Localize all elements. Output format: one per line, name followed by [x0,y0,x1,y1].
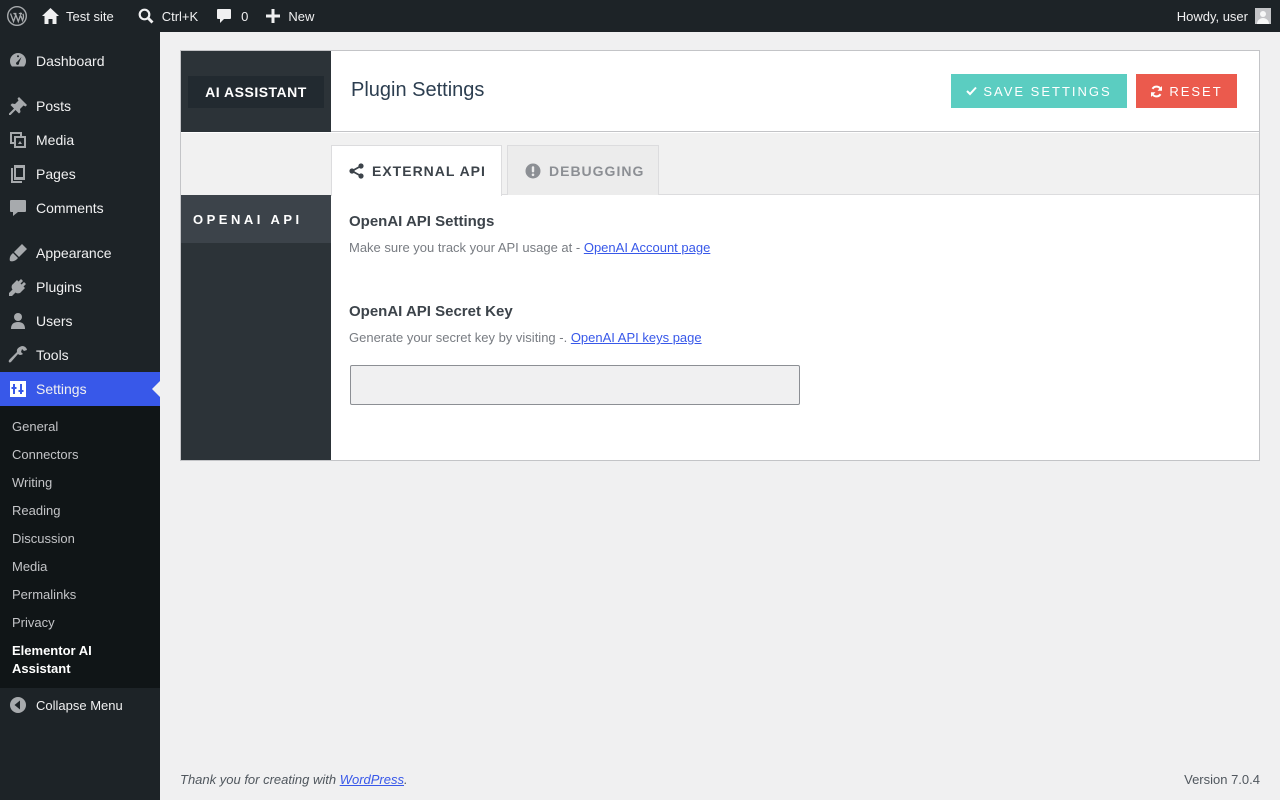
comment-icon [216,8,232,24]
brush-icon [0,243,36,263]
dashboard-icon [0,51,36,71]
submenu-item-elementor-ai-assistant[interactable]: Elementor AI Assistant [0,637,160,677]
admin-sidebar: Dashboard Posts Media Pages Comments App… [0,32,160,800]
settings-submenu: General Connectors Writing Reading Discu… [0,406,160,688]
save-settings-button[interactable]: SAVE SETTINGS [951,74,1127,108]
footer-thanks-text: Thank you for creating with [180,772,340,787]
alert-icon [525,163,549,179]
refresh-icon [1150,85,1169,98]
openai-account-link[interactable]: OpenAI Account page [584,240,710,255]
tab-label: DEBUGGING [549,162,645,179]
media-icon [0,130,36,150]
submenu-item-privacy[interactable]: Privacy [0,609,160,637]
api-settings-description: Make sure you track your API usage at - … [349,240,710,255]
page-title: Plugin Settings [351,79,485,101]
sidebar-item-tools[interactable]: Tools [0,338,160,372]
collapse-menu-button[interactable]: Collapse Menu [0,688,160,722]
site-name: Test site [66,8,114,24]
sidebar-item-media[interactable]: Media [0,123,160,157]
share-icon [349,163,372,179]
footer-thanks-suffix: . [404,772,408,787]
secret-key-input[interactable] [350,365,800,405]
submenu-item-general[interactable]: General [0,413,160,441]
home-icon [42,8,59,24]
new-content-link[interactable]: New [258,0,322,32]
account-menu[interactable]: Howdy, user [1169,0,1280,32]
secret-key-description: Generate your secret key by visiting -. … [349,330,702,345]
tab-label: EXTERNAL API [372,163,486,179]
sidebar-item-label: Plugins [36,279,82,295]
wordpress-link[interactable]: WordPress [340,772,404,787]
reset-button[interactable]: RESET [1136,74,1237,108]
site-name-link[interactable]: Test site [34,0,122,32]
save-settings-label: SAVE SETTINGS [983,83,1112,99]
sidebar-item-settings[interactable]: Settings [0,372,160,406]
api-settings-description-text: Make sure you track your API usage at - [349,240,584,255]
secret-key-title: OpenAI API Secret Key [349,303,513,320]
settings-section-nav: OPENAI API [181,133,331,460]
sidebar-item-label: Comments [36,200,104,216]
api-settings-title: OpenAI API Settings [349,213,495,230]
sidebar-item-pages[interactable]: Pages [0,157,160,191]
sidebar-item-appearance[interactable]: Appearance [0,236,160,270]
command-palette-button[interactable]: Ctrl+K [130,0,206,32]
sidebar-item-plugins[interactable]: Plugins [0,270,160,304]
submenu-item-writing[interactable]: Writing [0,469,160,497]
sidebar-item-label: Settings [36,381,87,397]
sidebar-item-posts[interactable]: Posts [0,89,160,123]
sidebar-item-label: Pages [36,166,76,182]
sidebar-item-label: Tools [36,347,69,363]
plugin-logo: AI ASSISTANT [181,51,331,132]
submenu-item-connectors[interactable]: Connectors [0,441,160,469]
search-shortcut: Ctrl+K [161,8,199,24]
settings-tabs: EXTERNAL API DEBUGGING [331,133,1259,196]
section-nav-item-openai-api[interactable]: OPENAI API [181,195,331,243]
sidebar-item-label: Posts [36,98,72,114]
collapse-arrow-icon [0,696,36,714]
panel-header: AI ASSISTANT Plugin Settings SAVE SETTIN… [181,51,1259,132]
comments-count: 0 [241,8,249,24]
sidebar-item-dashboard[interactable]: Dashboard [0,44,160,78]
new-label: New [288,8,315,24]
pin-icon [0,96,36,116]
submenu-item-discussion[interactable]: Discussion [0,525,160,553]
submenu-item-reading[interactable]: Reading [0,497,160,525]
footer-version: Version 7.0.4 [1184,772,1260,787]
collapse-menu-label: Collapse Menu [36,697,123,713]
pages-icon [0,164,36,184]
user-icon [0,311,36,331]
comment-icon [0,198,36,218]
comments-link[interactable]: 0 [208,0,256,32]
submenu-item-permalinks[interactable]: Permalinks [0,581,160,609]
tab-debugging[interactable]: DEBUGGING [507,145,659,195]
avatar [1255,8,1271,24]
wrench-icon [0,345,36,365]
sidebar-item-label: Media [36,132,75,148]
reset-label: RESET [1169,83,1223,99]
sidebar-item-label: Appearance [36,245,112,261]
submenu-item-media[interactable]: Media [0,553,160,581]
settings-icon [0,379,36,399]
openai-api-keys-link[interactable]: OpenAI API keys page [571,330,702,345]
sidebar-item-label: Dashboard [36,53,105,69]
sidebar-item-comments[interactable]: Comments [0,191,160,225]
greeting: Howdy, user [1176,8,1248,24]
footer-thanks: Thank you for creating with WordPress. [180,772,408,787]
admin-bar: Test site Ctrl+K 0 New Howdy, user [0,0,1280,32]
plugin-settings-panel: AI ASSISTANT Plugin Settings SAVE SETTIN… [180,50,1260,461]
tab-external-api[interactable]: EXTERNAL API [331,145,502,196]
plus-icon [266,9,281,23]
wordpress-logo-icon[interactable] [0,0,34,32]
sidebar-item-users[interactable]: Users [0,304,160,338]
plug-icon [0,277,36,297]
plugin-logo-text: AI ASSISTANT [188,75,324,108]
sidebar-item-label: Users [36,313,73,329]
search-icon [138,8,154,24]
check-icon [966,86,983,96]
secret-key-description-text: Generate your secret key by visiting -. [349,330,571,345]
